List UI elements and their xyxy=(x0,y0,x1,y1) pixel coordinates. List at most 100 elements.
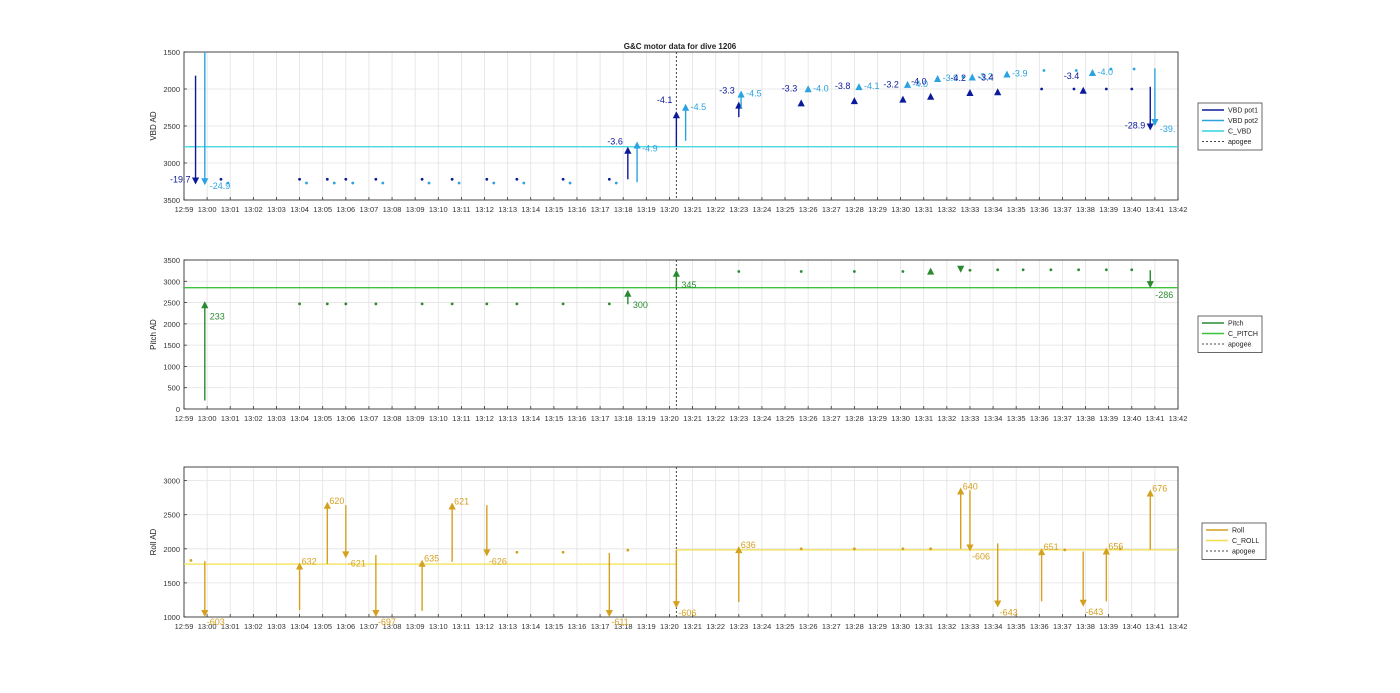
x-tick-label: 13:17 xyxy=(591,414,610,423)
data-point-vbd-pot1 xyxy=(607,177,611,181)
legend-label-c-vbd: C_VBD xyxy=(1228,129,1251,136)
y-tick-label: 3500 xyxy=(163,256,180,265)
legend: Pitch C_PITCHapogee xyxy=(1197,315,1263,353)
y-tick-label: 2000 xyxy=(163,545,180,554)
move-label: -4.5 xyxy=(691,102,707,112)
data-point-pitch xyxy=(374,302,378,306)
x-tick-label: 13:22 xyxy=(706,414,725,423)
data-point-roll xyxy=(799,547,803,551)
move-label: 620 xyxy=(329,496,344,506)
x-tick-label: 13:18 xyxy=(614,414,633,423)
x-tick-label: 13:15 xyxy=(544,622,563,631)
move-label: 632 xyxy=(302,556,317,566)
x-tick-label: 13:26 xyxy=(799,414,818,423)
move-label: -3.6 xyxy=(607,137,623,147)
x-tick-label: 13:32 xyxy=(937,622,956,631)
legend-label-apogee: apogee xyxy=(1228,342,1251,349)
data-point-pitch xyxy=(1077,268,1080,272)
x-tick-label: 13:14 xyxy=(521,622,540,631)
x-tick-label: 13:39 xyxy=(1099,622,1118,631)
data-point-roll xyxy=(901,547,905,551)
x-tick-label: 13:21 xyxy=(683,205,702,214)
move-label: -28.9 xyxy=(1125,120,1146,130)
data-point-vbd-pot1 xyxy=(1104,87,1108,91)
y-tick-label: 3500 xyxy=(163,196,180,205)
legend-label-apogee: apogee xyxy=(1228,139,1251,146)
data-point-roll xyxy=(515,550,519,554)
x-tick-label: 13:20 xyxy=(660,414,679,423)
x-tick-label: 13:21 xyxy=(683,414,702,423)
x-tick-label: 13:07 xyxy=(360,205,379,214)
x-tick-label: 13:04 xyxy=(290,622,309,631)
move-label: -4.0 xyxy=(911,77,927,87)
x-tick-label: 13:27 xyxy=(822,622,841,631)
y-tick-label: 2500 xyxy=(163,511,180,520)
x-tick-label: 13:01 xyxy=(221,414,240,423)
y-tick-label: 1500 xyxy=(163,579,180,588)
move-label: -3.4 xyxy=(978,72,994,82)
x-tick-label: 13:23 xyxy=(729,622,748,631)
move-label: -4.1 xyxy=(657,95,673,105)
x-tick-label: 13:41 xyxy=(1145,414,1164,423)
data-point-pitch xyxy=(901,270,905,273)
data-point-roll xyxy=(852,547,856,551)
x-tick-label: 13:04 xyxy=(290,414,309,423)
move-label: 300 xyxy=(633,300,648,310)
x-tick-label: 13:36 xyxy=(1030,414,1049,423)
data-point-vbd-pot1 xyxy=(450,177,454,181)
y-tick-label: 2000 xyxy=(163,320,180,329)
data-point-vbd-pot1 xyxy=(1130,87,1134,91)
data-point-vbd-pot2 xyxy=(351,181,355,185)
y-tick-label: 1000 xyxy=(163,362,180,371)
x-tick-label: 12:59 xyxy=(175,622,194,631)
x-tick-label: 13:33 xyxy=(961,205,980,214)
move-label: 635 xyxy=(424,554,439,564)
x-tick-label: 13:42 xyxy=(1169,205,1188,214)
move-label: -4.9 xyxy=(642,144,658,154)
data-point-vbd-pot1 xyxy=(344,177,348,181)
x-tick-label: 13:10 xyxy=(429,205,448,214)
move-label: -606 xyxy=(678,608,696,618)
y-axis-label: Roll AD xyxy=(149,528,158,555)
x-tick-label: 13:17 xyxy=(591,622,610,631)
x-tick-label: 13:29 xyxy=(868,414,887,423)
x-tick-label: 13:13 xyxy=(498,622,517,631)
data-point-pitch xyxy=(1130,268,1134,272)
x-tick-label: 13:32 xyxy=(937,414,956,423)
move-label: 656 xyxy=(1108,541,1123,551)
move-label: 636 xyxy=(741,540,756,550)
move-label: -4.5 xyxy=(746,88,762,98)
legend-label-roll: Roll xyxy=(1232,528,1245,535)
figure: G&C motor data for dive 1206 12:59 13:00 1… xyxy=(149,42,1267,631)
data-point-vbd-pot2 xyxy=(305,181,308,185)
y-tick-label: 500 xyxy=(167,384,180,393)
data-point-pitch xyxy=(1021,268,1025,272)
x-tick-label: 13:29 xyxy=(868,622,887,631)
data-point-vbd-pot1 xyxy=(561,177,565,181)
move-label: -643 xyxy=(1085,607,1103,617)
x-tick-label: 13:10 xyxy=(429,622,448,631)
move-label: 651 xyxy=(1044,542,1059,552)
x-tick-label: 13:24 xyxy=(753,414,772,423)
data-point-pitch xyxy=(799,270,803,273)
x-tick-label: 13:19 xyxy=(637,205,656,214)
x-tick-label: 13:38 xyxy=(1076,414,1095,423)
x-tick-label: 13:37 xyxy=(1053,205,1072,214)
x-tick-label: 13:13 xyxy=(498,414,517,423)
chart-panel-2: 12:59 13:00 13:01 13:02 13:03 13:04 13:05 13:06… xyxy=(149,256,1263,423)
x-tick-label: 13:37 xyxy=(1053,414,1072,423)
x-tick-label: 13:08 xyxy=(383,414,402,423)
x-tick-label: 13:36 xyxy=(1030,622,1049,631)
x-tick-label: 13:16 xyxy=(568,205,587,214)
x-tick-label: 13:01 xyxy=(221,205,240,214)
data-point-pitch xyxy=(1049,268,1053,272)
x-tick-label: 13:12 xyxy=(475,414,494,423)
move-label: -643 xyxy=(1000,607,1018,617)
x-tick-label: 13:13 xyxy=(498,205,517,214)
move-label: 345 xyxy=(681,280,696,290)
x-tick-label: 13:09 xyxy=(406,622,425,631)
move-label: -19.7 xyxy=(170,174,191,184)
data-point-vbd-pot1 xyxy=(1072,87,1076,91)
move-label: -697 xyxy=(378,617,396,627)
x-tick-label: 13:14 xyxy=(521,414,540,423)
